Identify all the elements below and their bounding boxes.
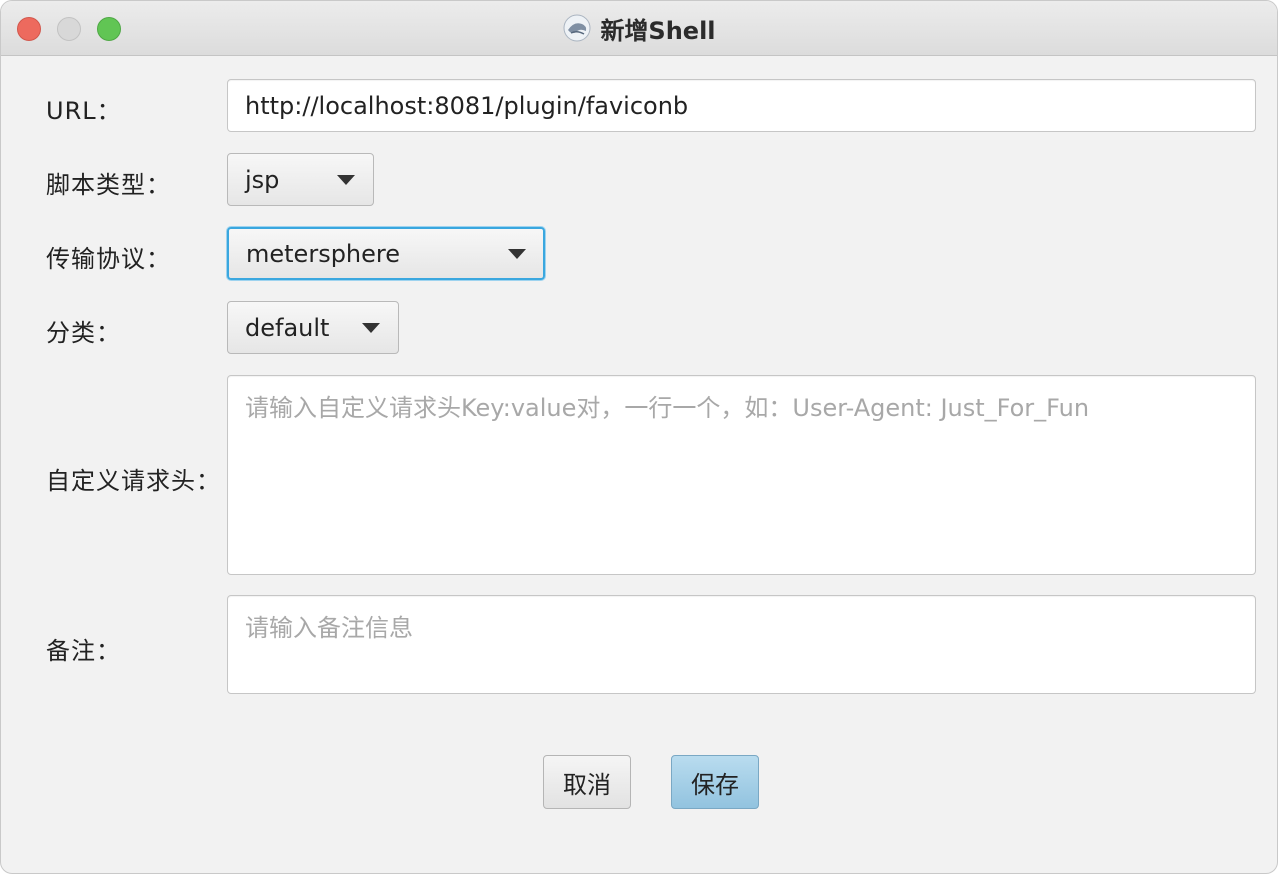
titlebar: 新增Shell [1, 1, 1277, 56]
chevron-down-icon [508, 249, 526, 259]
window-title: 新增Shell [1, 11, 1277, 45]
protocol-label: 传输协议： [46, 245, 171, 273]
headers-textarea[interactable]: 请输入自定义请求头Key:value对，一行一个，如：User-Agent: J… [227, 375, 1256, 575]
notes-textarea[interactable]: 请输入备注信息 [227, 595, 1256, 694]
save-button[interactable]: 保存 [671, 755, 759, 809]
url-label: URL： [46, 97, 122, 125]
headers-placeholder: 请输入自定义请求头Key:value对，一行一个，如：User-Agent: J… [245, 394, 1090, 422]
url-value: http://localhost:8081/plugin/faviconb [245, 91, 689, 120]
chevron-down-icon [337, 175, 355, 185]
protocol-select[interactable]: metersphere [227, 227, 545, 280]
notes-placeholder: 请输入备注信息 [245, 614, 413, 642]
window-title-text: 新增Shell [600, 16, 716, 45]
category-select[interactable]: default [227, 301, 399, 354]
category-value: default [245, 313, 330, 342]
script-type-value: jsp [245, 165, 280, 194]
script-type-select[interactable]: jsp [227, 153, 374, 206]
cancel-button[interactable]: 取消 [543, 755, 631, 809]
notes-label: 备注： [46, 637, 121, 665]
app-logo-icon [563, 14, 591, 42]
protocol-value: metersphere [246, 239, 401, 268]
chevron-down-icon [362, 323, 380, 333]
add-shell-window: 新增Shell URL： http://localhost:8081/plugi… [0, 0, 1278, 874]
category-label: 分类： [46, 319, 121, 347]
script-type-label: 脚本类型： [46, 171, 171, 199]
headers-label: 自定义请求头： [46, 467, 221, 495]
url-input[interactable]: http://localhost:8081/plugin/faviconb [227, 79, 1256, 132]
